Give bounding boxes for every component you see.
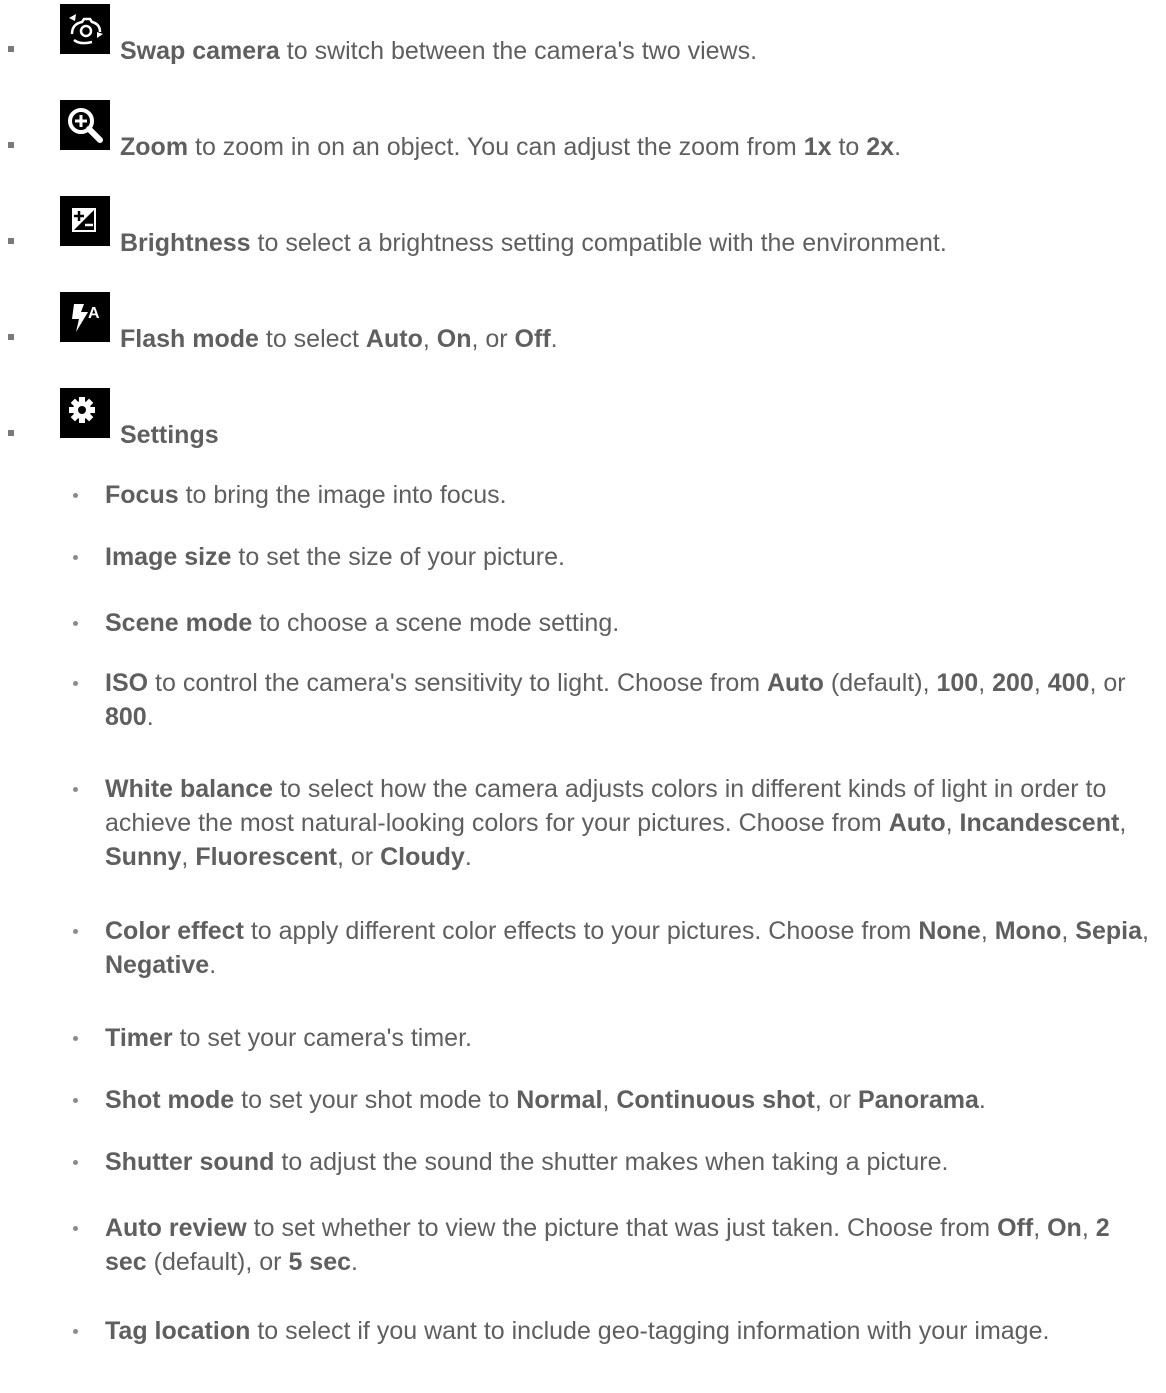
item-text: Flash mode to select Auto, On, or Off. <box>120 325 558 353</box>
dot-bullet <box>73 1160 78 1165</box>
dot-bullet <box>73 621 78 626</box>
list-item-settings: Settings <box>0 388 1166 456</box>
svg-text:A: A <box>88 305 100 322</box>
list-item-flash-mode: A Flash mode to select Auto, On, or Off. <box>0 292 1166 360</box>
dot-bullet <box>73 555 78 560</box>
swap-camera-icon <box>60 4 110 54</box>
dot-bullet <box>73 1036 78 1041</box>
square-bullet <box>8 334 14 340</box>
dot-bullet <box>73 493 78 498</box>
list-item-zoom: Zoom to zoom in on an object. You can ad… <box>0 100 1166 168</box>
dot-bullet <box>73 1226 78 1231</box>
item-text: Brightness to select a brightness settin… <box>120 229 947 257</box>
item-label: Brightness <box>120 229 251 257</box>
item-text: Zoom to zoom in on an object. You can ad… <box>120 133 902 161</box>
square-bullet <box>8 46 14 52</box>
item-text: Settings <box>120 418 219 452</box>
item-label: Swap camera <box>120 37 280 65</box>
list-item-brightness: Brightness to select a brightness settin… <box>0 196 1166 264</box>
square-bullet <box>8 238 14 244</box>
dot-bullet <box>73 681 78 686</box>
zoom-icon <box>60 100 110 150</box>
item-text: Swap camera to switch between the camera… <box>120 37 758 65</box>
brightness-icon <box>60 196 110 246</box>
square-bullet <box>8 142 14 148</box>
flash-mode-icon: A <box>60 292 110 342</box>
item-label: Zoom <box>120 133 189 161</box>
item-label: Settings <box>120 421 219 449</box>
dot-bullet <box>73 1098 78 1103</box>
dot-bullet <box>73 787 78 792</box>
square-bullet <box>8 430 14 436</box>
dot-bullet <box>73 929 78 934</box>
list-item-swap-camera: Swap camera to switch between the camera… <box>0 4 1166 72</box>
item-label: Flash mode <box>120 325 259 353</box>
dot-bullet <box>73 1329 78 1334</box>
settings-icon <box>60 388 110 438</box>
